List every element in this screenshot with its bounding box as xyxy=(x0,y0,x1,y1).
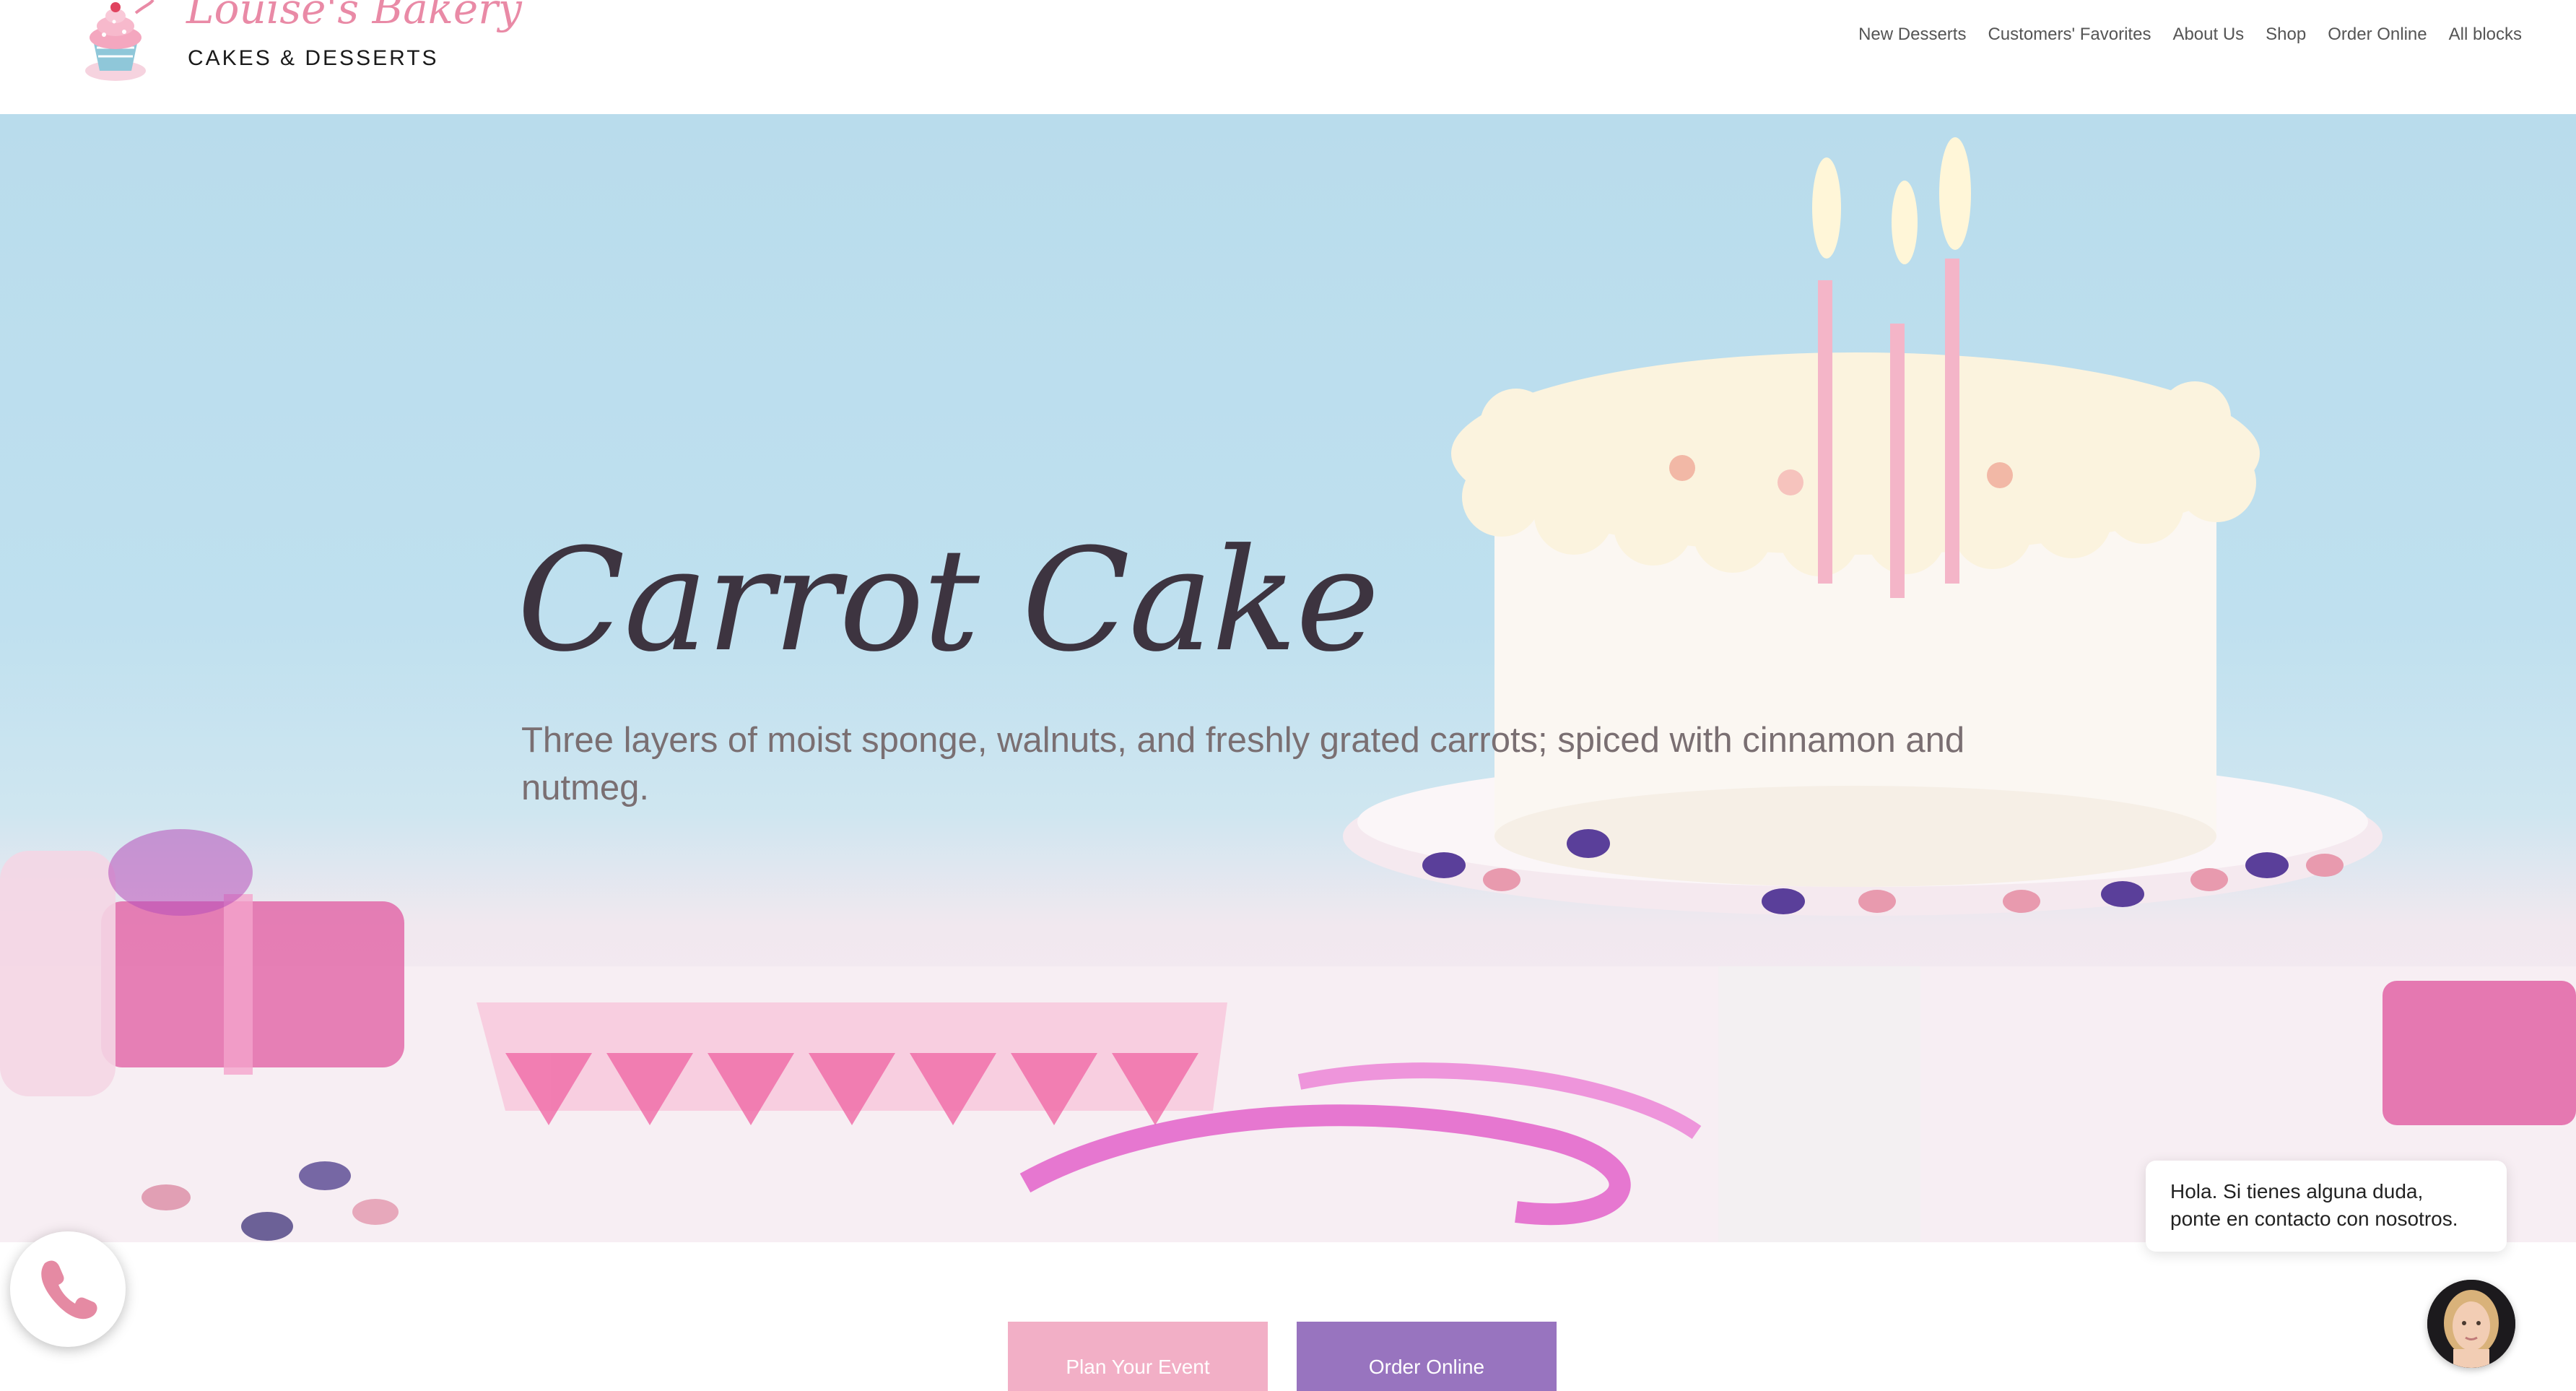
hero-subtitle: Three layers of moist sponge, walnuts, a… xyxy=(521,721,1965,807)
nav-item-new-desserts[interactable]: New Desserts xyxy=(1848,25,1977,45)
site-header: Louise's Bakery CAKES & DESSERTS New Des… xyxy=(0,0,2576,115)
hero-section: Carrot Cake Three layers of moist sponge… xyxy=(0,114,2576,1242)
hero-title: Carrot Cake xyxy=(517,519,1380,683)
brand-name: Louise's Bakery xyxy=(186,0,522,33)
chat-message-line1: Hola. Si tienes alguna duda, xyxy=(2170,1180,2424,1202)
cupcake-icon xyxy=(85,0,155,81)
nav-item-order-online[interactable]: Order Online xyxy=(2317,25,2437,45)
chat-message-line2: ponte en contacto con nosotros. xyxy=(2170,1208,2458,1230)
nav-item-about-us[interactable]: About Us xyxy=(2162,25,2255,45)
nav-item-all-blocks[interactable]: All blocks xyxy=(2438,25,2533,45)
nav-item-shop[interactable]: Shop xyxy=(2255,25,2317,45)
nav-item-customers-favorites[interactable]: Customers' Favorites xyxy=(1977,25,2162,45)
order-online-button[interactable]: Order Online xyxy=(1297,1322,1557,1391)
phone-icon xyxy=(41,1260,97,1320)
main-nav: New Desserts Customers' Favorites About … xyxy=(1848,25,2533,45)
agent-avatar xyxy=(2427,1280,2515,1368)
brand-tagline: CAKES & DESSERTS xyxy=(188,46,439,70)
plan-your-event-button[interactable]: Plan Your Event xyxy=(1008,1322,1268,1391)
call-button[interactable] xyxy=(10,1231,126,1347)
page: Louise's Bakery CAKES & DESSERTS New Des… xyxy=(0,0,2576,1391)
chat-message-bubble[interactable]: Hola. Si tienes alguna duda, ponte en co… xyxy=(2146,1161,2507,1252)
chat-avatar-button[interactable] xyxy=(2427,1280,2515,1368)
brand-logo[interactable]: Louise's Bakery CAKES & DESSERTS xyxy=(72,0,522,94)
